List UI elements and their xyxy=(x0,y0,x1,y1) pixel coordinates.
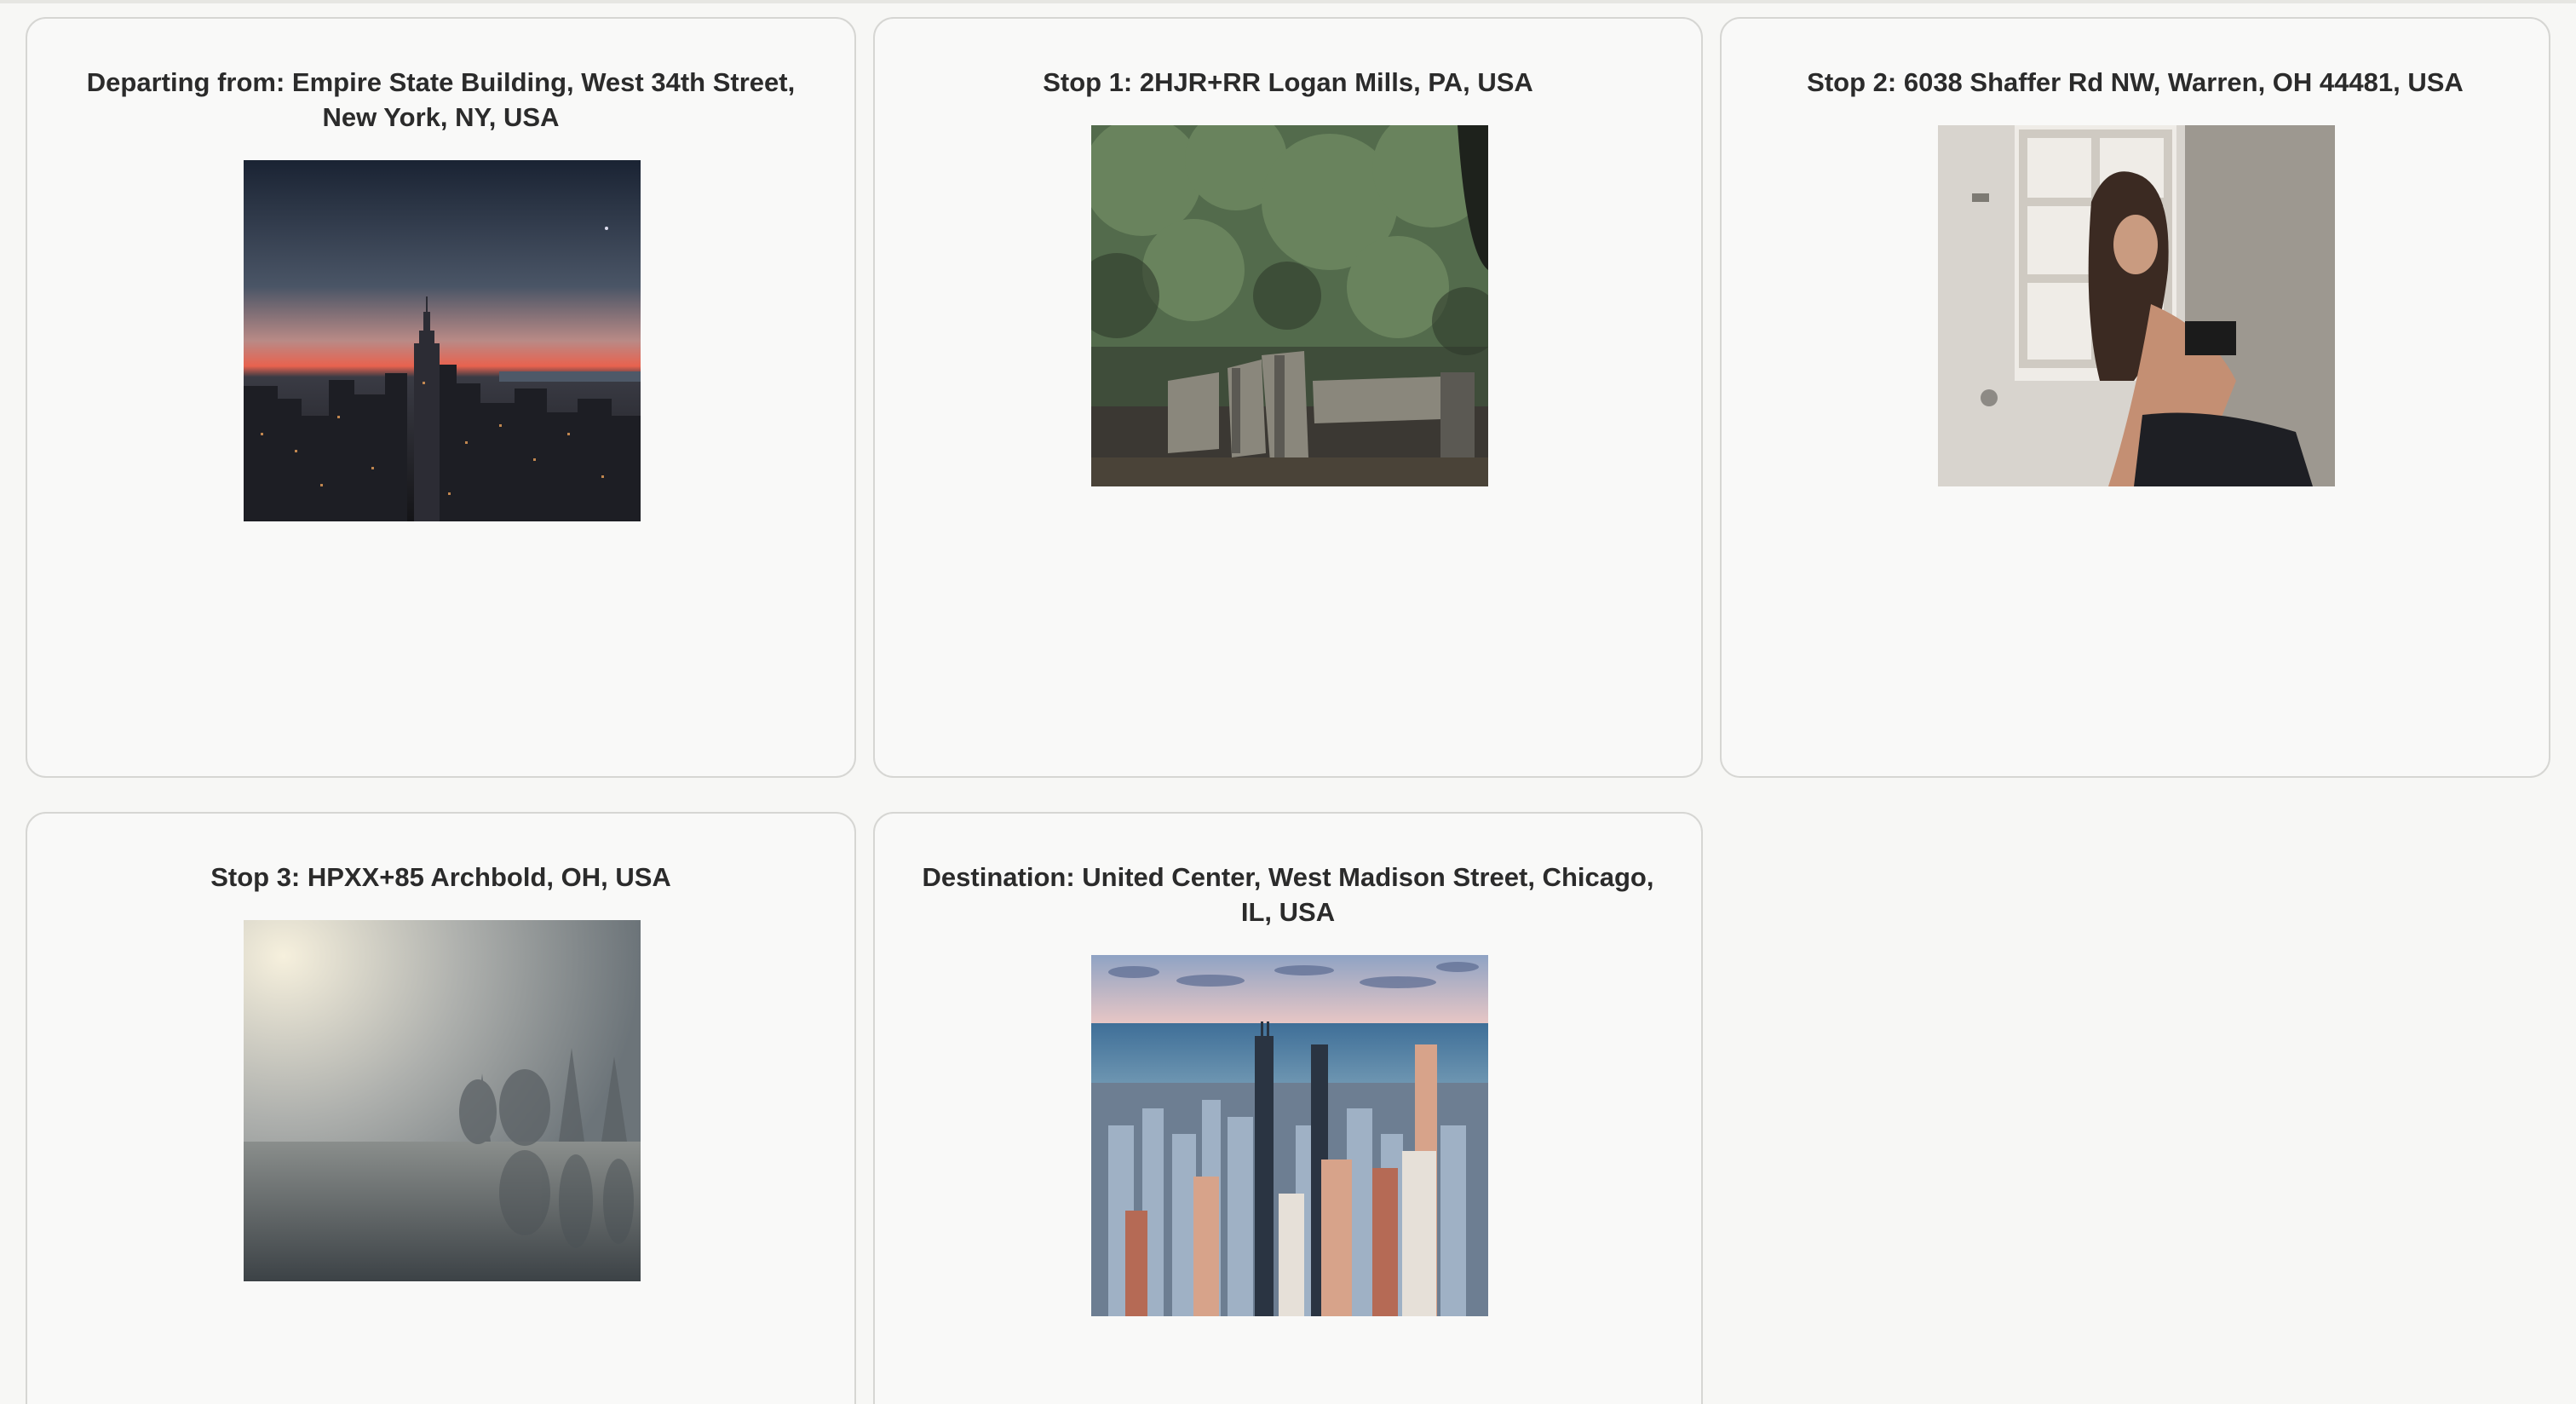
stop-photo-warren xyxy=(1938,125,2335,486)
stop-title: Destination: United Center, West Madison… xyxy=(922,862,1654,927)
stop-photo-chicago xyxy=(1091,955,1488,1316)
trip-stops-page: Departing from: Empire State Building, W… xyxy=(0,0,2576,1404)
top-divider xyxy=(0,0,2576,3)
stop-card-1: Stop 1: 2HJR+RR Logan Mills, PA, USA xyxy=(873,17,1703,778)
stop-title: Stop 1: 2HJR+RR Logan Mills, PA, USA xyxy=(1043,67,1533,97)
stop-card-departure: Departing from: Empire State Building, W… xyxy=(26,17,856,778)
stop-photo-new-york xyxy=(244,160,641,521)
stop-title: Departing from: Empire State Building, W… xyxy=(86,67,796,132)
stop-photo-archbold xyxy=(244,920,641,1281)
stop-card-3: Stop 3: HPXX+85 Archbold, OH, USA xyxy=(26,812,856,1404)
stop-photo-logan-mills xyxy=(1091,125,1488,486)
stop-card-destination: Destination: United Center, West Madison… xyxy=(873,812,1703,1404)
stop-title: Stop 3: HPXX+85 Archbold, OH, USA xyxy=(210,862,671,892)
stop-title: Stop 2: 6038 Shaffer Rd NW, Warren, OH 4… xyxy=(1807,67,2464,97)
stop-card-2: Stop 2: 6038 Shaffer Rd NW, Warren, OH 4… xyxy=(1720,17,2550,778)
